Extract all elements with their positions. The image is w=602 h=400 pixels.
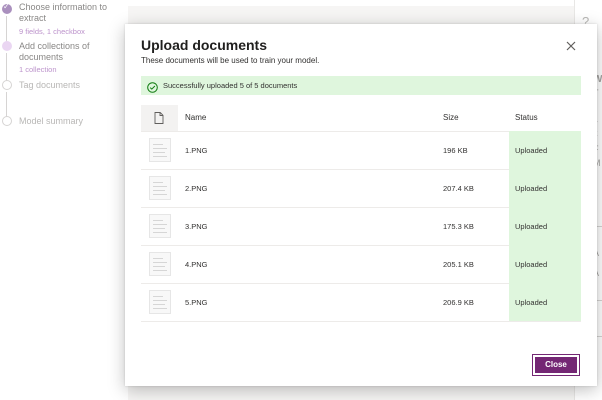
file-name: 4.PNG <box>185 260 208 269</box>
file-name: 5.PNG <box>185 298 208 307</box>
status-cell: Uploaded <box>509 245 581 283</box>
status-text: Uploaded <box>515 146 548 155</box>
file-name: 1.PNG <box>185 146 208 155</box>
file-name: 3.PNG <box>185 222 208 231</box>
table-row[interactable]: 1.PNG 196 KB Uploaded <box>141 131 581 170</box>
file-name: 2.PNG <box>185 184 208 193</box>
success-banner: Successfully uploaded 5 of 5 documents <box>141 76 581 95</box>
document-thumbnail <box>149 176 171 200</box>
document-thumbnail <box>149 252 171 276</box>
file-size: 207.4 KB <box>443 184 474 193</box>
table-row[interactable]: 2.PNG 207.4 KB Uploaded <box>141 169 581 208</box>
dialog-title: Upload documents <box>141 37 268 53</box>
upload-documents-dialog: Upload documents These documents will be… <box>125 24 597 386</box>
file-size: 205.1 KB <box>443 260 474 269</box>
file-type-column-header[interactable] <box>141 105 178 131</box>
column-header-status[interactable]: Status <box>515 113 538 122</box>
table-header: Name Size Status <box>141 105 581 132</box>
dialog-subtitle: These documents will be used to train yo… <box>141 56 320 65</box>
status-text: Uploaded <box>515 260 548 269</box>
column-header-size[interactable]: Size <box>443 113 459 122</box>
document-icon <box>154 112 164 124</box>
document-thumbnail <box>149 138 171 162</box>
table-row[interactable]: 4.PNG 205.1 KB Uploaded <box>141 245 581 284</box>
check-circle-icon <box>147 80 158 93</box>
document-thumbnail <box>149 214 171 238</box>
file-size: 175.3 KB <box>443 222 474 231</box>
table-row[interactable]: 5.PNG 206.9 KB Uploaded <box>141 283 581 322</box>
status-cell: Uploaded <box>509 131 581 169</box>
status-text: Uploaded <box>515 184 548 193</box>
column-header-name[interactable]: Name <box>185 113 206 122</box>
close-button[interactable]: Close <box>532 354 580 376</box>
status-cell: Uploaded <box>509 169 581 207</box>
status-text: Uploaded <box>515 298 548 307</box>
status-cell: Uploaded <box>509 283 581 321</box>
close-icon[interactable] <box>565 39 577 51</box>
document-thumbnail <box>149 290 171 314</box>
file-size: 206.9 KB <box>443 298 474 307</box>
status-text: Uploaded <box>515 222 548 231</box>
banner-message: Successfully uploaded 5 of 5 documents <box>163 81 298 90</box>
status-cell: Uploaded <box>509 207 581 245</box>
file-size: 196 KB <box>443 146 468 155</box>
table-row[interactable]: 3.PNG 175.3 KB Uploaded <box>141 207 581 246</box>
